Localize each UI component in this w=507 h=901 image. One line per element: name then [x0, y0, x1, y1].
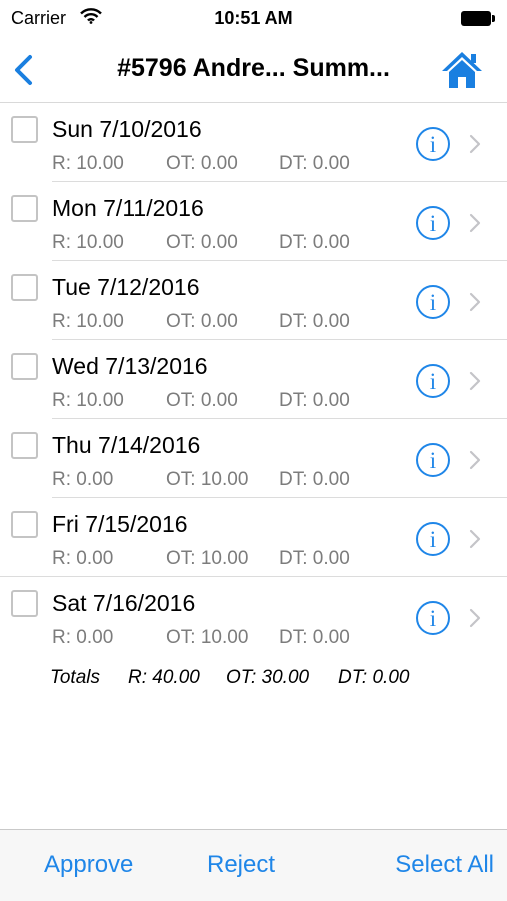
svg-text:i: i [430, 448, 436, 473]
bottom-toolbar: Approve Reject Select All [0, 829, 507, 901]
row-checkbox[interactable] [11, 511, 38, 538]
overtime-hours: OT: 0.00 [166, 390, 238, 411]
info-icon[interactable]: i [415, 205, 451, 241]
approve-button[interactable]: Approve [44, 851, 133, 879]
chevron-right-icon[interactable] [468, 292, 482, 312]
totals-doubletime: DT: 0.00 [338, 667, 410, 688]
doubletime-hours: DT: 0.00 [279, 390, 350, 411]
chevron-right-icon[interactable] [468, 608, 482, 628]
chevron-right-icon[interactable] [468, 529, 482, 549]
day-date: Thu 7/14/2016 [52, 432, 201, 458]
doubletime-hours: DT: 0.00 [279, 548, 350, 569]
day-row[interactable]: Sun 7/10/2016 R: 10.00 OT: 0.00 DT: 0.00… [0, 103, 507, 182]
doubletime-hours: DT: 0.00 [279, 153, 350, 174]
info-icon[interactable]: i [415, 363, 451, 399]
day-date: Sun 7/10/2016 [52, 116, 202, 142]
day-row[interactable]: Tue 7/12/2016 R: 10.00 OT: 0.00 DT: 0.00… [0, 261, 507, 340]
overtime-hours: OT: 0.00 [166, 232, 238, 253]
chevron-right-icon[interactable] [468, 134, 482, 154]
regular-hours: R: 10.00 [52, 232, 124, 253]
regular-hours: R: 0.00 [52, 469, 114, 490]
doubletime-hours: DT: 0.00 [279, 232, 350, 253]
reject-button[interactable]: Reject [207, 851, 275, 879]
doubletime-hours: DT: 0.00 [279, 469, 350, 490]
totals-overtime: OT: 30.00 [226, 667, 310, 688]
day-date: Fri 7/15/2016 [52, 511, 188, 537]
clock: 10:51 AM [214, 8, 293, 28]
svg-text:i: i [430, 290, 436, 315]
chevron-right-icon[interactable] [468, 371, 482, 391]
info-icon[interactable]: i [415, 600, 451, 636]
info-icon[interactable]: i [415, 442, 451, 478]
chevron-right-icon[interactable] [468, 450, 482, 470]
back-chevron-icon[interactable] [10, 51, 40, 89]
regular-hours: R: 0.00 [52, 548, 114, 569]
regular-hours: R: 10.00 [52, 311, 124, 332]
row-checkbox[interactable] [11, 590, 38, 617]
day-row[interactable]: Sat 7/16/2016 R: 0.00 OT: 10.00 DT: 0.00… [0, 577, 507, 656]
day-date: Tue 7/12/2016 [52, 274, 200, 300]
row-checkbox[interactable] [11, 195, 38, 222]
page-title: #5796 Andre... Summ... [117, 54, 390, 82]
status-bar: Carrier 10:51 AM [0, 0, 507, 38]
svg-text:i: i [430, 527, 436, 552]
navigation-bar: #5796 Andre... Summ... [0, 38, 507, 103]
day-list: Sun 7/10/2016 R: 10.00 OT: 0.00 DT: 0.00… [0, 103, 507, 656]
info-icon[interactable]: i [415, 521, 451, 557]
day-row[interactable]: Mon 7/11/2016 R: 10.00 OT: 0.00 DT: 0.00… [0, 182, 507, 261]
select-all-button[interactable]: Select All [395, 851, 494, 879]
row-checkbox[interactable] [11, 353, 38, 380]
day-row[interactable]: Fri 7/15/2016 R: 0.00 OT: 10.00 DT: 0.00… [0, 498, 507, 577]
info-icon[interactable]: i [415, 284, 451, 320]
overtime-hours: OT: 0.00 [166, 311, 238, 332]
overtime-hours: OT: 10.00 [166, 548, 249, 569]
doubletime-hours: DT: 0.00 [279, 627, 350, 648]
regular-hours: R: 10.00 [52, 153, 124, 174]
svg-text:i: i [430, 211, 436, 236]
chevron-right-icon[interactable] [468, 213, 482, 233]
overtime-hours: OT: 0.00 [166, 153, 238, 174]
regular-hours: R: 10.00 [52, 390, 124, 411]
totals-label: Totals [50, 667, 100, 688]
day-date: Wed 7/13/2016 [52, 353, 208, 379]
battery-icon [461, 11, 495, 26]
totals-regular: R: 40.00 [128, 667, 200, 688]
row-checkbox[interactable] [11, 274, 38, 301]
svg-text:i: i [430, 606, 436, 631]
day-row[interactable]: Wed 7/13/2016 R: 10.00 OT: 0.00 DT: 0.00… [0, 340, 507, 419]
svg-text:i: i [430, 369, 436, 394]
svg-text:i: i [430, 132, 436, 157]
day-date: Mon 7/11/2016 [52, 195, 204, 221]
doubletime-hours: DT: 0.00 [279, 311, 350, 332]
row-checkbox[interactable] [11, 432, 38, 459]
day-row[interactable]: Thu 7/14/2016 R: 0.00 OT: 10.00 DT: 0.00… [0, 419, 507, 498]
home-icon[interactable] [441, 50, 483, 90]
info-icon[interactable]: i [415, 126, 451, 162]
overtime-hours: OT: 10.00 [166, 469, 249, 490]
row-checkbox[interactable] [11, 116, 38, 143]
regular-hours: R: 0.00 [52, 627, 114, 648]
day-date: Sat 7/16/2016 [52, 590, 196, 616]
overtime-hours: OT: 10.00 [166, 627, 249, 648]
